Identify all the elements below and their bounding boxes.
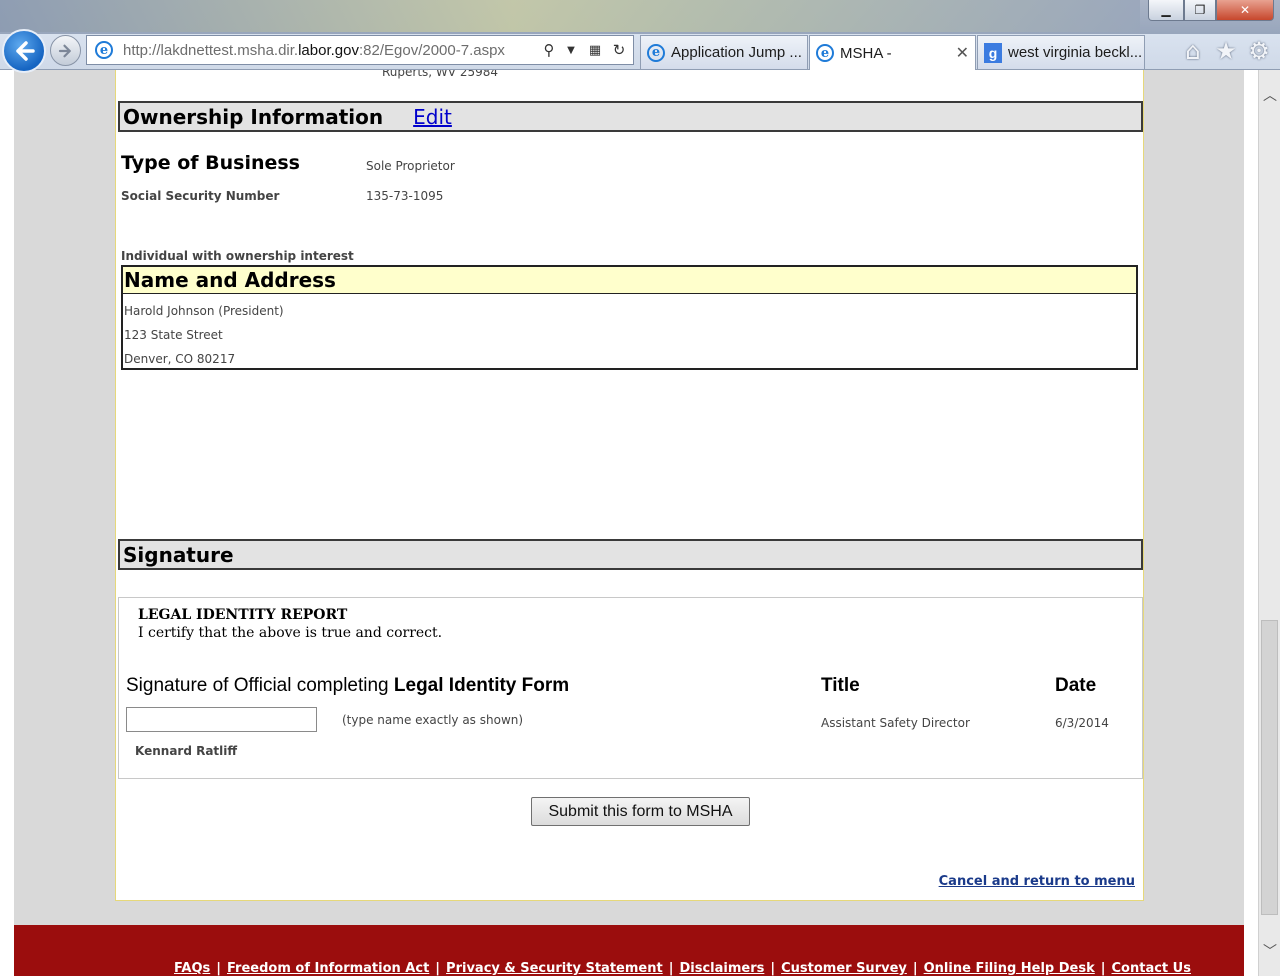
refresh-icon[interactable]: ↻ <box>609 40 629 60</box>
footer-link-foia[interactable]: Freedom of Information Act <box>227 961 429 976</box>
close-window-button[interactable]: ✕ <box>1216 0 1274 21</box>
footer-links: FAQs | Freedom of Information Act | Privacy … <box>174 961 1191 976</box>
search-icon[interactable]: ⚲ <box>539 40 559 60</box>
ssn-value: 135-73-1095 <box>366 189 444 203</box>
scroll-down-arrow-icon[interactable]: ﹀ <box>1259 926 1280 976</box>
owner-name: Harold Johnson (President) <box>124 304 284 318</box>
type-of-business-label: Type of Business <box>121 152 300 174</box>
page-viewport: Ruperts, WV 25984 Ownership Information … <box>0 70 1258 976</box>
tab-label: west virginia beckl... <box>1008 44 1143 61</box>
official-title-value: Assistant Safety Director <box>821 716 970 730</box>
dropdown-arrow-icon[interactable]: ▼ <box>561 40 581 60</box>
official-name: Kennard Ratliff <box>135 744 238 758</box>
signature-label: Signature of Official completing Legal I… <box>126 675 569 697</box>
tab-west-virginia[interactable]: g west virginia beckl... <box>977 35 1145 69</box>
footer-link-contact[interactable]: Contact Us <box>1112 961 1191 976</box>
footer-link-help-desk[interactable]: Online Filing Help Desk <box>924 961 1095 976</box>
scroll-thumb[interactable] <box>1261 620 1278 915</box>
back-icon <box>16 41 35 61</box>
footer-link-privacy[interactable]: Privacy & Security Statement <box>446 961 663 976</box>
signature-panel: LEGAL IDENTITY REPORT I certify that the… <box>118 597 1143 779</box>
restore-window-button[interactable]: ❐ <box>1184 0 1216 21</box>
tab-label: Application Jump ... <box>671 44 802 61</box>
ie-page-icon: e <box>95 41 113 59</box>
url-prefix: http://lakdnettest.msha.dir. <box>123 42 299 59</box>
name-address-header: Name and Address <box>123 267 1136 294</box>
ie-tab-icon: e <box>816 44 834 62</box>
tab-application-jump[interactable]: e Application Jump ... <box>640 35 808 69</box>
certify-text: I certify that the above is true and cor… <box>138 625 443 641</box>
form-container: Ruperts, WV 25984 Ownership Information … <box>115 70 1144 901</box>
cancel-return-link[interactable]: Cancel and return to menu <box>939 874 1135 889</box>
signature-title: Signature <box>123 542 234 567</box>
tab-msha[interactable]: e MSHA - ✕ <box>809 35 976 70</box>
name-address-box: Name and Address Harold Johnson (Preside… <box>121 265 1138 370</box>
home-icon[interactable]: ⌂ <box>1178 36 1208 66</box>
scroll-up-arrow-icon[interactable]: ︿ <box>1259 70 1280 120</box>
desktop-background-strip <box>0 0 1140 32</box>
forward-button[interactable] <box>50 35 81 66</box>
url-suffix: :82/Egov/2000-7.aspx <box>358 42 505 59</box>
ownership-title: Ownership Information <box>123 104 384 129</box>
favorites-star-icon[interactable]: ★ <box>1211 36 1241 66</box>
owner-street: 123 State Street <box>124 328 223 342</box>
signature-label-prefix: Signature of Official completing <box>126 675 389 696</box>
vertical-scrollbar[interactable]: ︿ ﹀ <box>1258 70 1280 976</box>
close-tab-icon[interactable]: ✕ <box>956 43 969 63</box>
footer-link-survey[interactable]: Customer Survey <box>781 961 907 976</box>
ownership-section-header: Ownership Information Edit <box>118 101 1143 132</box>
signature-label-form: Legal Identity Form <box>393 675 570 696</box>
individual-ownership-label: Individual with ownership interest <box>121 249 354 263</box>
partial-address-line: Ruperts, WV 25984 <box>382 70 498 79</box>
type-of-business-value: Sole Proprietor <box>366 159 455 173</box>
signature-date-value: 6/3/2014 <box>1055 716 1109 730</box>
site-footer: FAQs | Freedom of Information Act | Privacy … <box>14 925 1244 976</box>
address-url[interactable]: http://lakdnettest.msha.dir.labor.gov:82… <box>123 42 505 59</box>
minimize-window-button[interactable]: ▁ <box>1148 0 1184 21</box>
signature-name-input[interactable] <box>126 707 317 732</box>
owner-city-state-zip: Denver, CO 80217 <box>124 352 236 366</box>
url-domain: labor.gov <box>298 42 359 59</box>
footer-link-faqs[interactable]: FAQs <box>174 961 210 976</box>
report-title: LEGAL IDENTITY REPORT <box>138 607 348 623</box>
ie-tab-icon: e <box>647 43 665 62</box>
browser-toolbar: ▁ ❐ ✕ e http://lakdnettest.msha.dir.labo… <box>0 0 1280 73</box>
tools-gear-icon[interactable]: ⚙ <box>1244 36 1274 66</box>
back-button[interactable] <box>2 29 46 73</box>
ssn-label: Social Security Number <box>121 189 280 203</box>
forward-icon <box>58 44 71 57</box>
edit-ownership-link[interactable]: Edit <box>413 105 452 129</box>
compat-view-icon[interactable]: ▦ <box>585 40 605 60</box>
submit-form-button[interactable]: Submit this form to MSHA <box>531 797 750 826</box>
footer-link-disclaimers[interactable]: Disclaimers <box>679 961 764 976</box>
signature-section-header: Signature <box>118 539 1143 570</box>
tab-label: MSHA - <box>840 44 892 62</box>
date-column-header: Date <box>1055 675 1097 696</box>
signature-input-hint: (type name exactly as shown) <box>342 713 524 727</box>
page-background: Ruperts, WV 25984 Ownership Information … <box>14 70 1244 976</box>
google-icon: g <box>984 42 1002 63</box>
address-bar[interactable]: e http://lakdnettest.msha.dir.labor.gov:… <box>86 35 634 65</box>
title-column-header: Title <box>821 675 860 696</box>
